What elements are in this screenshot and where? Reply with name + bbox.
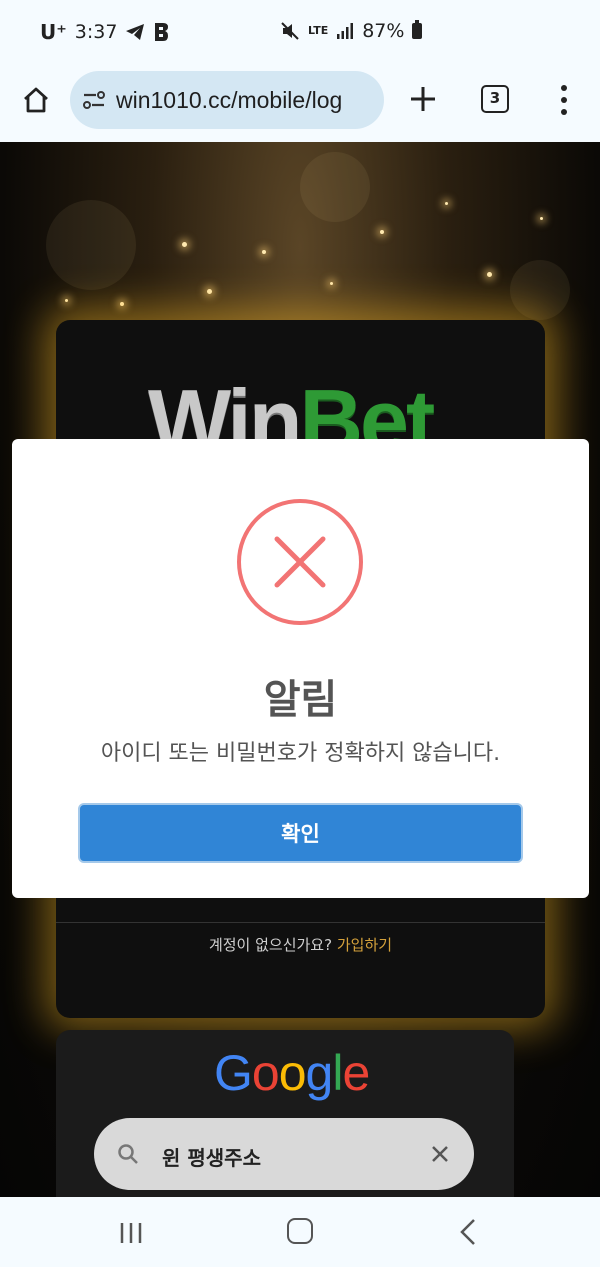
google-search-widget: Google 윈 평생주소	[56, 1030, 514, 1197]
google-letter: e	[342, 1045, 370, 1101]
mute-icon	[281, 22, 299, 40]
network-type: LTE	[308, 24, 329, 37]
home-nav-icon[interactable]	[287, 1218, 313, 1244]
bokeh-light	[510, 260, 570, 320]
google-search-input[interactable]: 윈 평생주소	[94, 1118, 474, 1190]
clock: 3:37	[74, 21, 118, 43]
sparkle	[540, 217, 543, 220]
clear-icon[interactable]	[428, 1142, 452, 1166]
home-icon	[24, 87, 48, 113]
modal-title: 알림	[263, 677, 338, 723]
sparkle	[65, 299, 68, 302]
sparkle	[380, 230, 384, 234]
sparkle	[182, 242, 187, 247]
new-tab-icon[interactable]	[406, 82, 440, 116]
tab-switcher-button[interactable]: 3	[481, 85, 509, 113]
back-icon[interactable]	[456, 1217, 480, 1247]
sparkle	[330, 282, 333, 285]
bokeh-light	[46, 200, 136, 290]
google-letter: l	[332, 1045, 343, 1101]
battery-icon	[412, 20, 423, 39]
status-left: U⁺ 3:37	[40, 20, 169, 44]
google-letter: o	[251, 1045, 280, 1101]
divider	[56, 922, 545, 923]
google-letter: G	[214, 1045, 253, 1101]
recent-apps-icon[interactable]	[118, 1221, 144, 1245]
signup-row: 계정이 없으신가요? 가입하기	[56, 934, 545, 955]
sparkle	[207, 289, 212, 294]
signup-prompt: 계정이 없으신가요?	[208, 936, 333, 954]
google-logo: Google	[214, 1044, 370, 1102]
error-icon	[237, 499, 363, 625]
google-letter: o	[278, 1045, 307, 1101]
status-bar: U⁺ 3:37 LTE 87%	[0, 0, 600, 68]
carrier-label: U⁺	[40, 20, 67, 44]
confirm-button[interactable]: 확인	[78, 803, 523, 863]
sparkle	[120, 302, 124, 306]
alert-modal: 알림 아이디 또는 비밀번호가 정확하지 않습니다. 확인	[12, 439, 589, 898]
sparkle	[262, 250, 266, 254]
system-nav-bar	[0, 1197, 600, 1267]
url-text[interactable]: win1010.cc/mobile/log	[116, 87, 342, 114]
b-app-icon	[155, 23, 169, 41]
home-button[interactable]	[18, 82, 54, 118]
site-settings-icon	[83, 91, 105, 109]
google-letter: g	[305, 1045, 334, 1101]
sparkle	[445, 202, 448, 205]
more-menu-icon[interactable]	[554, 82, 574, 118]
sparkle	[487, 272, 492, 277]
status-right: LTE 87%	[280, 20, 423, 42]
bokeh-light	[300, 152, 370, 222]
signal-icon	[337, 23, 354, 39]
url-bar[interactable]: win1010.cc/mobile/log	[70, 71, 384, 129]
browser-toolbar: win1010.cc/mobile/log 3	[0, 68, 600, 142]
telegram-icon	[126, 24, 145, 40]
signup-link[interactable]: 가입하기	[337, 936, 392, 954]
battery-percent: 87%	[362, 20, 405, 42]
search-query: 윈 평생주소	[162, 1146, 261, 1170]
modal-message: 아이디 또는 비밀번호가 정확하지 않습니다.	[100, 741, 501, 766]
search-icon	[118, 1144, 138, 1164]
